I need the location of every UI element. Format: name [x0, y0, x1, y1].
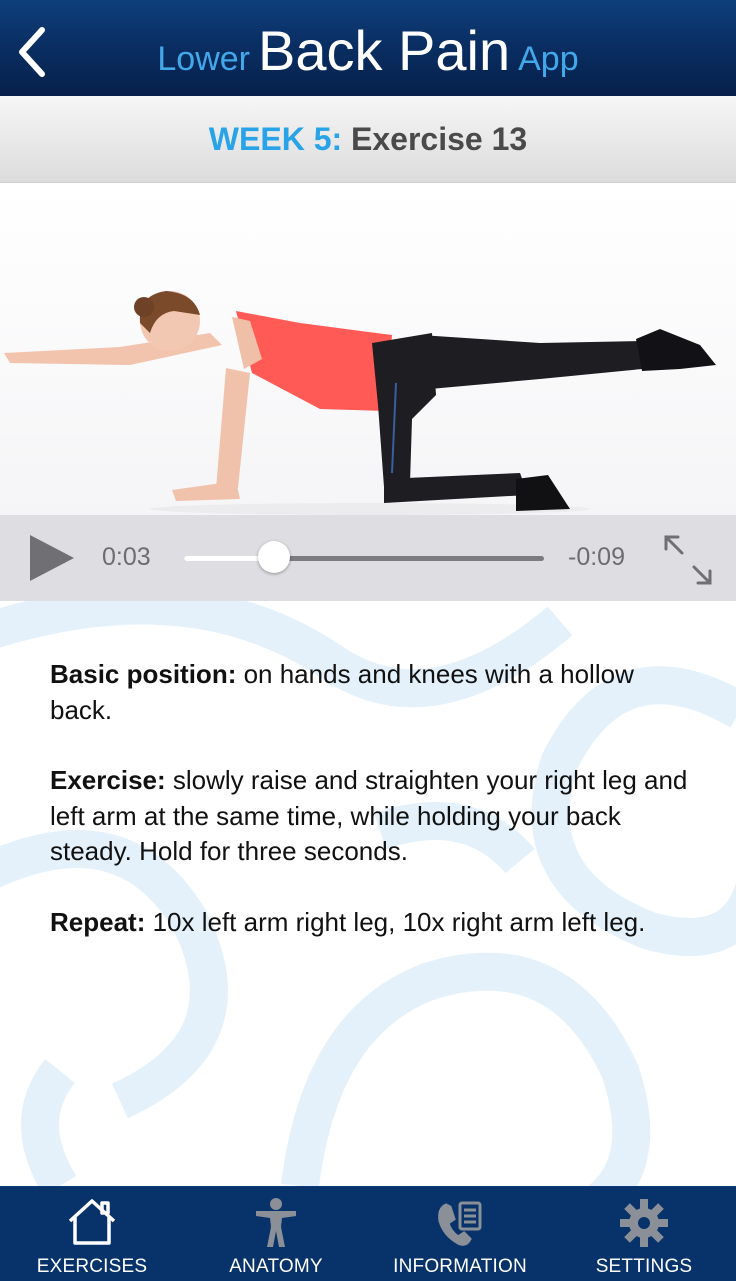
home-icon [68, 1199, 116, 1245]
person-icon [256, 1198, 296, 1247]
tab-exercises[interactable]: EXERCISES [0, 1187, 184, 1281]
remaining-time: -0:09 [568, 543, 625, 571]
tab-settings-label: SETTINGS [595, 1256, 693, 1277]
exercise-paragraph: Exercise: slowly raise and straighten yo… [50, 763, 700, 870]
title-main: Back Pain [257, 19, 511, 82]
current-time: 0:03 [102, 543, 151, 571]
tab-anatomy[interactable]: ANATOMY [184, 1187, 368, 1281]
basic-position-label: Basic position: [50, 659, 237, 689]
exercise-heading: WEEK 5: Exercise 13 [0, 96, 736, 183]
play-button[interactable] [26, 531, 78, 585]
exercise-demo-illustration [4, 291, 716, 515]
exercise-video[interactable] [0, 183, 736, 515]
play-icon [30, 535, 74, 581]
repeat-text: 10x left arm right leg, 10x right arm le… [145, 906, 646, 937]
tab-anatomy-label: ANATOMY [229, 1256, 323, 1277]
video-controls: 0:03 -0:09 [0, 515, 736, 601]
tab-settings[interactable]: SETTINGS [552, 1187, 736, 1281]
bottom-tab-bar: EXERCISES ANATOMY INFORMATION SETTINGS [0, 1186, 736, 1281]
scrubber-knob[interactable] [258, 541, 290, 573]
app-header: Lower Back Pain App [0, 0, 736, 96]
description-text: Basic position: on hands and knees with … [50, 657, 700, 975]
gear-icon [620, 1199, 668, 1247]
exercise-label: Exercise 13 [351, 121, 528, 157]
basic-position-paragraph: Basic position: on hands and knees with … [50, 657, 700, 728]
tab-information-label: INFORMATION [393, 1256, 527, 1277]
progress-track[interactable] [184, 556, 544, 561]
title-prefix: Lower [157, 40, 250, 78]
exercise-label: Exercise: [50, 765, 166, 795]
week-label: WEEK 5: [208, 121, 343, 157]
repeat-label: Repeat: [50, 906, 146, 937]
fullscreen-button[interactable] [660, 533, 716, 587]
repeat-paragraph: Repeat: 10x left arm right leg, 10x righ… [50, 905, 700, 941]
expand-icon [664, 535, 712, 585]
title-suffix: App [518, 40, 579, 78]
app-title: Lower Back Pain App [0, 18, 736, 83]
tab-exercises-label: EXERCISES [36, 1256, 148, 1277]
tab-information[interactable]: INFORMATION [368, 1187, 552, 1281]
exercise-description: Basic position: on hands and knees with … [0, 601, 736, 1186]
phone-list-icon [438, 1201, 482, 1246]
